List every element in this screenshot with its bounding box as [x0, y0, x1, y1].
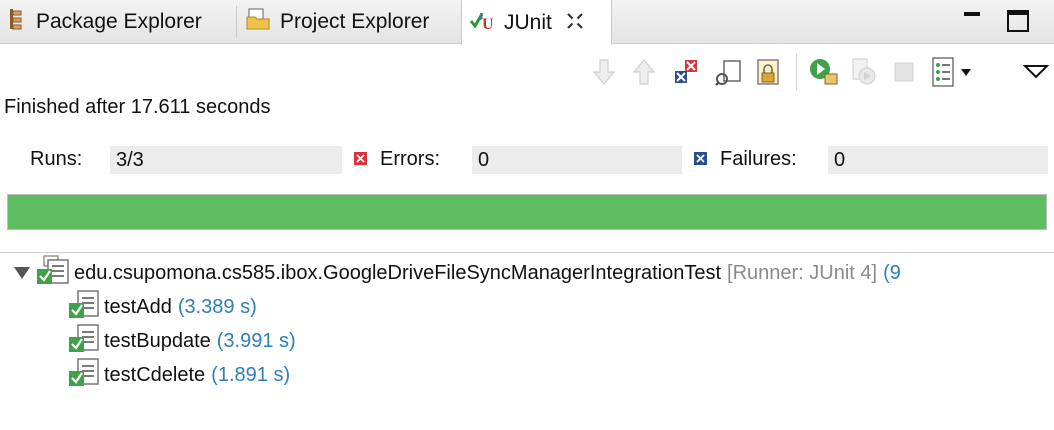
test-pass-icon: [68, 357, 100, 393]
test-suite-name: edu.csupomona.cs585.ibox.GoogleDriveFile…: [74, 261, 722, 284]
minimize-icon[interactable]: [960, 8, 984, 32]
tab-junit[interactable]: U J JUnit: [461, 0, 612, 45]
junit-toolbar: [534, 52, 1054, 96]
show-failures-only-icon[interactable]: [668, 52, 704, 92]
tab-label: Project Explorer: [280, 10, 430, 33]
failures-label: Failures:: [720, 148, 797, 170]
failure-icon: [694, 152, 707, 165]
scroll-lock-icon[interactable]: [710, 52, 746, 92]
tab-label: Package Explorer: [36, 10, 202, 33]
project-explorer-icon: [246, 7, 272, 37]
test-case-time: (3.389 s): [177, 295, 257, 318]
history-lock-icon[interactable]: [750, 52, 786, 92]
test-case-name: testBupdate: [104, 329, 211, 352]
test-suite-pass-icon: [36, 255, 70, 291]
close-tab-icon[interactable]: [566, 12, 584, 34]
test-pass-icon: [68, 323, 100, 359]
test-suite-time: (9: [883, 261, 901, 284]
rerun-failed-first-icon[interactable]: [846, 52, 882, 92]
test-case-time: (3.991 s): [216, 329, 296, 352]
test-suite-row[interactable]: edu.csupomona.cs585.ibox.GoogleDriveFile…: [14, 255, 901, 291]
tab-package-explorer[interactable]: Package Explorer: [8, 0, 202, 44]
previous-failure-icon[interactable]: [626, 52, 662, 92]
runs-label: Runs:: [30, 148, 83, 170]
next-failure-icon[interactable]: [586, 52, 622, 92]
svg-text:U: U: [482, 16, 494, 33]
test-progress-fill: [8, 195, 1046, 229]
test-case-name: testAdd: [104, 295, 172, 318]
tab-divider: [236, 6, 237, 38]
test-run-history-icon[interactable]: [926, 52, 962, 92]
stop-icon[interactable]: [886, 52, 922, 92]
test-pass-icon: [68, 289, 100, 325]
errors-value: 0: [472, 146, 682, 174]
rerun-test-icon[interactable]: [806, 52, 842, 92]
errors-label: Errors:: [380, 148, 440, 170]
test-case-time: (1.891 s): [211, 363, 291, 386]
maximize-icon[interactable]: [1005, 8, 1031, 34]
package-explorer-icon: [8, 7, 28, 37]
history-dropdown-chevron-icon[interactable]: [958, 52, 974, 92]
expand-chevron-down-icon[interactable]: [14, 267, 30, 279]
toolbar-separator: [796, 54, 797, 90]
tab-label: JUnit: [504, 10, 552, 34]
svg-text:J: J: [478, 11, 484, 23]
test-case-row[interactable]: testCdelete (1.891 s): [68, 357, 291, 393]
test-progress-bar: [7, 194, 1047, 230]
test-case-name: testCdelete: [104, 363, 206, 386]
view-tab-bar: Package Explorer Project Explorer U J JU…: [0, 0, 1054, 45]
runs-value: 3/3: [110, 146, 342, 174]
run-status-text: Finished after 17.611 seconds: [4, 96, 271, 118]
test-runner-label: [Runner: JUnit 4]: [727, 261, 878, 284]
panel-divider: [0, 252, 1054, 253]
error-icon: [354, 152, 367, 165]
tab-project-explorer[interactable]: Project Explorer: [246, 0, 429, 44]
test-case-row[interactable]: testAdd (3.389 s): [68, 289, 257, 325]
test-case-row[interactable]: testBupdate (3.991 s): [68, 323, 296, 359]
failures-value: 0: [828, 146, 1048, 174]
junit-icon: U J: [468, 7, 498, 39]
view-menu-icon[interactable]: [1018, 52, 1054, 92]
